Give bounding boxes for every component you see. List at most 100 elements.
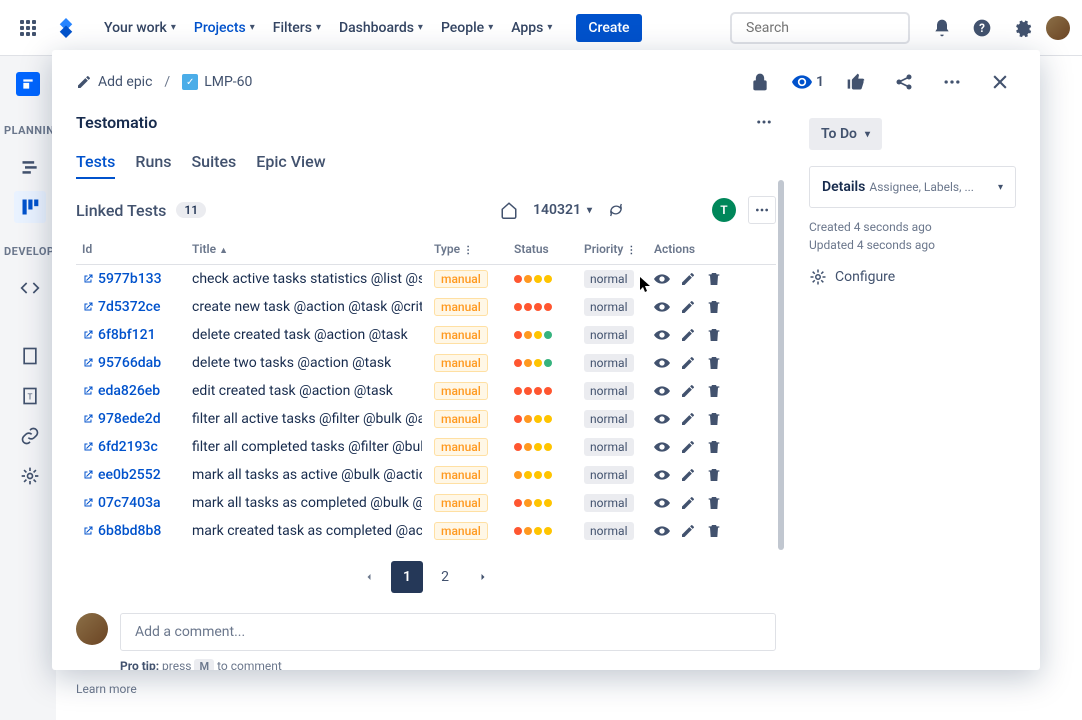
delete-action[interactable]	[706, 327, 722, 343]
view-action[interactable]	[654, 383, 670, 399]
test-id-link[interactable]: 7d5372ce	[82, 299, 180, 315]
col-type[interactable]: Type ⋮	[428, 234, 508, 265]
test-id-link[interactable]: 5977b133	[82, 271, 180, 287]
edit-action[interactable]	[680, 383, 696, 399]
page-2-button[interactable]: 2	[429, 561, 461, 593]
tab-epic-view[interactable]: Epic View	[256, 146, 325, 179]
test-id-link[interactable]: 07c7403a	[82, 495, 180, 511]
search-input[interactable]	[746, 20, 924, 36]
more-actions-button[interactable]	[936, 66, 968, 98]
status-dropdown[interactable]: To Do ▾	[809, 118, 882, 150]
delete-action[interactable]	[706, 439, 722, 455]
add-item[interactable]	[14, 420, 46, 452]
priority-badge: normal	[584, 466, 634, 484]
user-chip[interactable]: T	[712, 198, 736, 222]
help-button[interactable]: ?	[966, 12, 998, 44]
page-1-button[interactable]: 1	[391, 561, 423, 593]
close-button[interactable]	[984, 66, 1016, 98]
view-action[interactable]	[654, 467, 670, 483]
delete-action[interactable]	[706, 523, 722, 539]
view-action[interactable]	[654, 327, 670, 343]
delete-action[interactable]	[706, 411, 722, 427]
nav-filters[interactable]: Filters▾	[265, 12, 329, 44]
test-id-link[interactable]: 978ede2d	[82, 411, 180, 427]
col-title[interactable]: Title ▲	[186, 234, 428, 265]
view-action[interactable]	[654, 523, 670, 539]
edit-action[interactable]	[680, 271, 696, 287]
create-button[interactable]: Create	[576, 14, 641, 42]
col-status[interactable]: Status	[508, 234, 578, 265]
jira-logo[interactable]	[54, 16, 78, 40]
roadmap-item[interactable]	[14, 151, 46, 183]
test-id-link[interactable]: eda826eb	[82, 383, 180, 399]
test-id-link[interactable]: 6fd2193c	[82, 439, 180, 455]
home-button[interactable]	[497, 198, 521, 222]
edit-action[interactable]	[680, 467, 696, 483]
details-panel[interactable]: DetailsAssignee, Labels, ... ▾	[809, 166, 1016, 208]
nav-your-work[interactable]: Your work▾	[96, 12, 184, 44]
delete-action[interactable]	[706, 271, 722, 287]
nav-apps[interactable]: Apps▾	[503, 12, 560, 44]
refresh-button[interactable]	[604, 198, 628, 222]
code-item[interactable]	[14, 272, 46, 304]
next-page-button[interactable]	[467, 561, 499, 593]
delete-action[interactable]	[706, 299, 722, 315]
watchers-button[interactable]: 1	[792, 72, 824, 92]
test-id-link[interactable]: 6f8bf121	[82, 327, 180, 343]
view-action[interactable]	[654, 495, 670, 511]
configure-link[interactable]: Configure	[809, 268, 1016, 286]
vote-button[interactable]	[840, 66, 872, 98]
add-epic-button[interactable]: Add epic	[76, 74, 152, 90]
project-icon[interactable]	[16, 72, 40, 96]
edit-action[interactable]	[680, 523, 696, 539]
scrollbar[interactable]	[778, 170, 786, 650]
app-switcher-button[interactable]	[12, 12, 44, 44]
edit-action[interactable]	[680, 411, 696, 427]
tab-tests[interactable]: Tests	[76, 146, 115, 179]
chevron-down-icon: ▾	[316, 22, 321, 33]
scroll-thumb[interactable]	[778, 180, 784, 550]
delete-action[interactable]	[706, 495, 722, 511]
settings-button[interactable]	[1006, 12, 1038, 44]
branch-selector[interactable]: 140321 ▾	[533, 202, 592, 218]
edit-action[interactable]	[680, 299, 696, 315]
view-action[interactable]	[654, 299, 670, 315]
table-more-button[interactable]	[748, 196, 776, 224]
edit-action[interactable]	[680, 355, 696, 371]
profile-avatar[interactable]	[1046, 16, 1070, 40]
delete-action[interactable]	[706, 467, 722, 483]
issue-key-link[interactable]: ✓ LMP-60	[182, 74, 252, 90]
nav-projects[interactable]: Projects▾	[186, 12, 263, 44]
pages-item[interactable]	[14, 340, 46, 372]
tab-runs[interactable]: Runs	[135, 146, 171, 179]
test-id-link[interactable]: 6b8bd8b8	[82, 523, 180, 539]
learn-more-link[interactable]: Learn more	[64, 678, 266, 700]
view-action[interactable]	[654, 355, 670, 371]
task-type-icon: ✓	[182, 74, 198, 90]
view-action[interactable]	[654, 439, 670, 455]
app-more-button[interactable]	[752, 110, 776, 134]
share-button[interactable]	[888, 66, 920, 98]
edit-action[interactable]	[680, 439, 696, 455]
edit-action[interactable]	[680, 327, 696, 343]
edit-action[interactable]	[680, 495, 696, 511]
test-id-link[interactable]: 95766dab	[82, 355, 180, 371]
lock-button[interactable]	[744, 66, 776, 98]
delete-action[interactable]	[706, 383, 722, 399]
comment-input[interactable]: Add a comment...	[120, 613, 776, 651]
delete-action[interactable]	[706, 355, 722, 371]
notifications-button[interactable]	[926, 12, 958, 44]
test-id-link[interactable]: ee0b2552	[82, 467, 180, 483]
col-priority[interactable]: Priority ⋮	[578, 234, 648, 265]
board-item[interactable]	[14, 191, 46, 223]
search-box[interactable]	[730, 12, 910, 44]
col-id[interactable]: Id	[76, 234, 186, 265]
view-action[interactable]	[654, 411, 670, 427]
shortcut-item[interactable]: T	[14, 380, 46, 412]
tab-suites[interactable]: Suites	[191, 146, 236, 179]
settings-item[interactable]	[14, 460, 46, 492]
nav-people[interactable]: People▾	[433, 12, 501, 44]
nav-dashboards[interactable]: Dashboards▾	[331, 12, 431, 44]
prev-page-button[interactable]	[353, 561, 385, 593]
view-action[interactable]	[654, 271, 670, 287]
